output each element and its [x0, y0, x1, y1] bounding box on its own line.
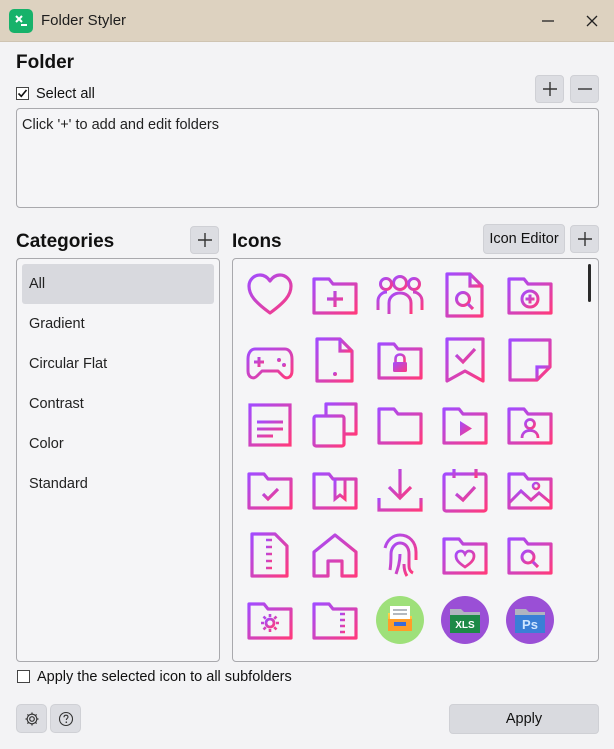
checkmark-icon — [17, 89, 28, 98]
calendar-check-icon[interactable] — [440, 465, 490, 515]
copy-icon[interactable] — [310, 400, 360, 450]
folder-search-icon[interactable] — [505, 530, 555, 580]
users-icon[interactable] — [375, 270, 425, 320]
plus-icon — [577, 232, 592, 246]
folder-check-icon[interactable] — [245, 465, 295, 515]
download-icon[interactable] — [375, 465, 425, 515]
file-search-icon[interactable] — [440, 270, 490, 320]
gear-icon — [25, 712, 38, 725]
remove-folder-button[interactable] — [570, 75, 599, 103]
help-button[interactable] — [50, 704, 81, 733]
folder-minus-icon[interactable] — [375, 400, 425, 450]
file-alert-icon[interactable] — [310, 335, 360, 385]
gamepad-icon[interactable] — [245, 335, 295, 385]
fingerprint-icon[interactable] — [375, 530, 425, 580]
folder-heart-icon[interactable] — [440, 530, 490, 580]
settings-button[interactable] — [16, 704, 47, 733]
category-item-circular-flat[interactable]: Circular Flat — [22, 344, 214, 384]
apply-subfolders-label: Apply the selected icon to all subfolder… — [37, 669, 292, 685]
document-text-icon[interactable] — [245, 400, 295, 450]
apply-button[interactable]: Apply — [449, 704, 599, 734]
folder-user-icon[interactable] — [505, 400, 555, 450]
bookmark-check-icon[interactable] — [440, 335, 490, 385]
folder-zip-icon[interactable] — [310, 595, 360, 645]
home-icon[interactable] — [310, 530, 360, 580]
category-item-all[interactable]: All — [22, 264, 214, 304]
folder-bookmark-icon[interactable] — [310, 465, 360, 515]
folder-hint: Click '+' to add and edit folders — [22, 117, 219, 133]
minus-icon — [577, 88, 592, 90]
select-all-label: Select all — [36, 86, 95, 102]
category-item-contrast[interactable]: Contrast — [22, 384, 214, 424]
title-bar: Folder Styler — [0, 0, 614, 42]
archive-folder-icon[interactable] — [375, 595, 425, 645]
icon-grid-scrollbar[interactable] — [588, 264, 591, 302]
icons-heading: Icons — [232, 231, 282, 252]
add-icon-button[interactable] — [570, 225, 599, 253]
folder-health-icon[interactable] — [505, 270, 555, 320]
close-button[interactable] — [577, 6, 607, 36]
help-icon — [58, 711, 73, 726]
plus-icon — [197, 233, 212, 247]
add-folder-button[interactable] — [535, 75, 564, 103]
file-zip-icon[interactable] — [245, 530, 295, 580]
minimize-button[interactable] — [533, 6, 563, 36]
select-all-checkbox[interactable] — [16, 87, 29, 100]
folder-image-icon[interactable] — [505, 465, 555, 515]
add-category-button[interactable] — [190, 226, 219, 254]
minimize-icon — [542, 20, 554, 22]
folder-heading: Folder — [16, 52, 75, 73]
xls-folder-icon[interactable]: XLS — [440, 595, 490, 645]
xls-badge-text: XLS — [455, 620, 475, 631]
folder-add-icon[interactable] — [310, 270, 360, 320]
sticky-note-icon[interactable] — [505, 335, 555, 385]
window-title: Folder Styler — [41, 12, 127, 29]
apply-subfolders-checkbox[interactable] — [17, 670, 30, 683]
folder-settings-icon[interactable] — [245, 595, 295, 645]
plus-icon — [542, 82, 557, 96]
folder-lock-icon[interactable] — [375, 335, 425, 385]
close-icon — [586, 15, 598, 27]
folder-play-icon[interactable] — [440, 400, 490, 450]
ps-badge-text: Ps — [522, 617, 538, 632]
category-item-color[interactable]: Color — [22, 424, 214, 464]
categories-heading: Categories — [16, 231, 115, 252]
category-item-gradient[interactable]: Gradient — [22, 304, 214, 344]
heart-icon[interactable] — [245, 270, 295, 320]
photoshop-folder-icon[interactable]: Ps — [505, 595, 555, 645]
icon-editor-button[interactable]: Icon Editor — [483, 224, 565, 254]
category-item-standard[interactable]: Standard — [22, 464, 214, 504]
app-icon — [9, 9, 33, 33]
